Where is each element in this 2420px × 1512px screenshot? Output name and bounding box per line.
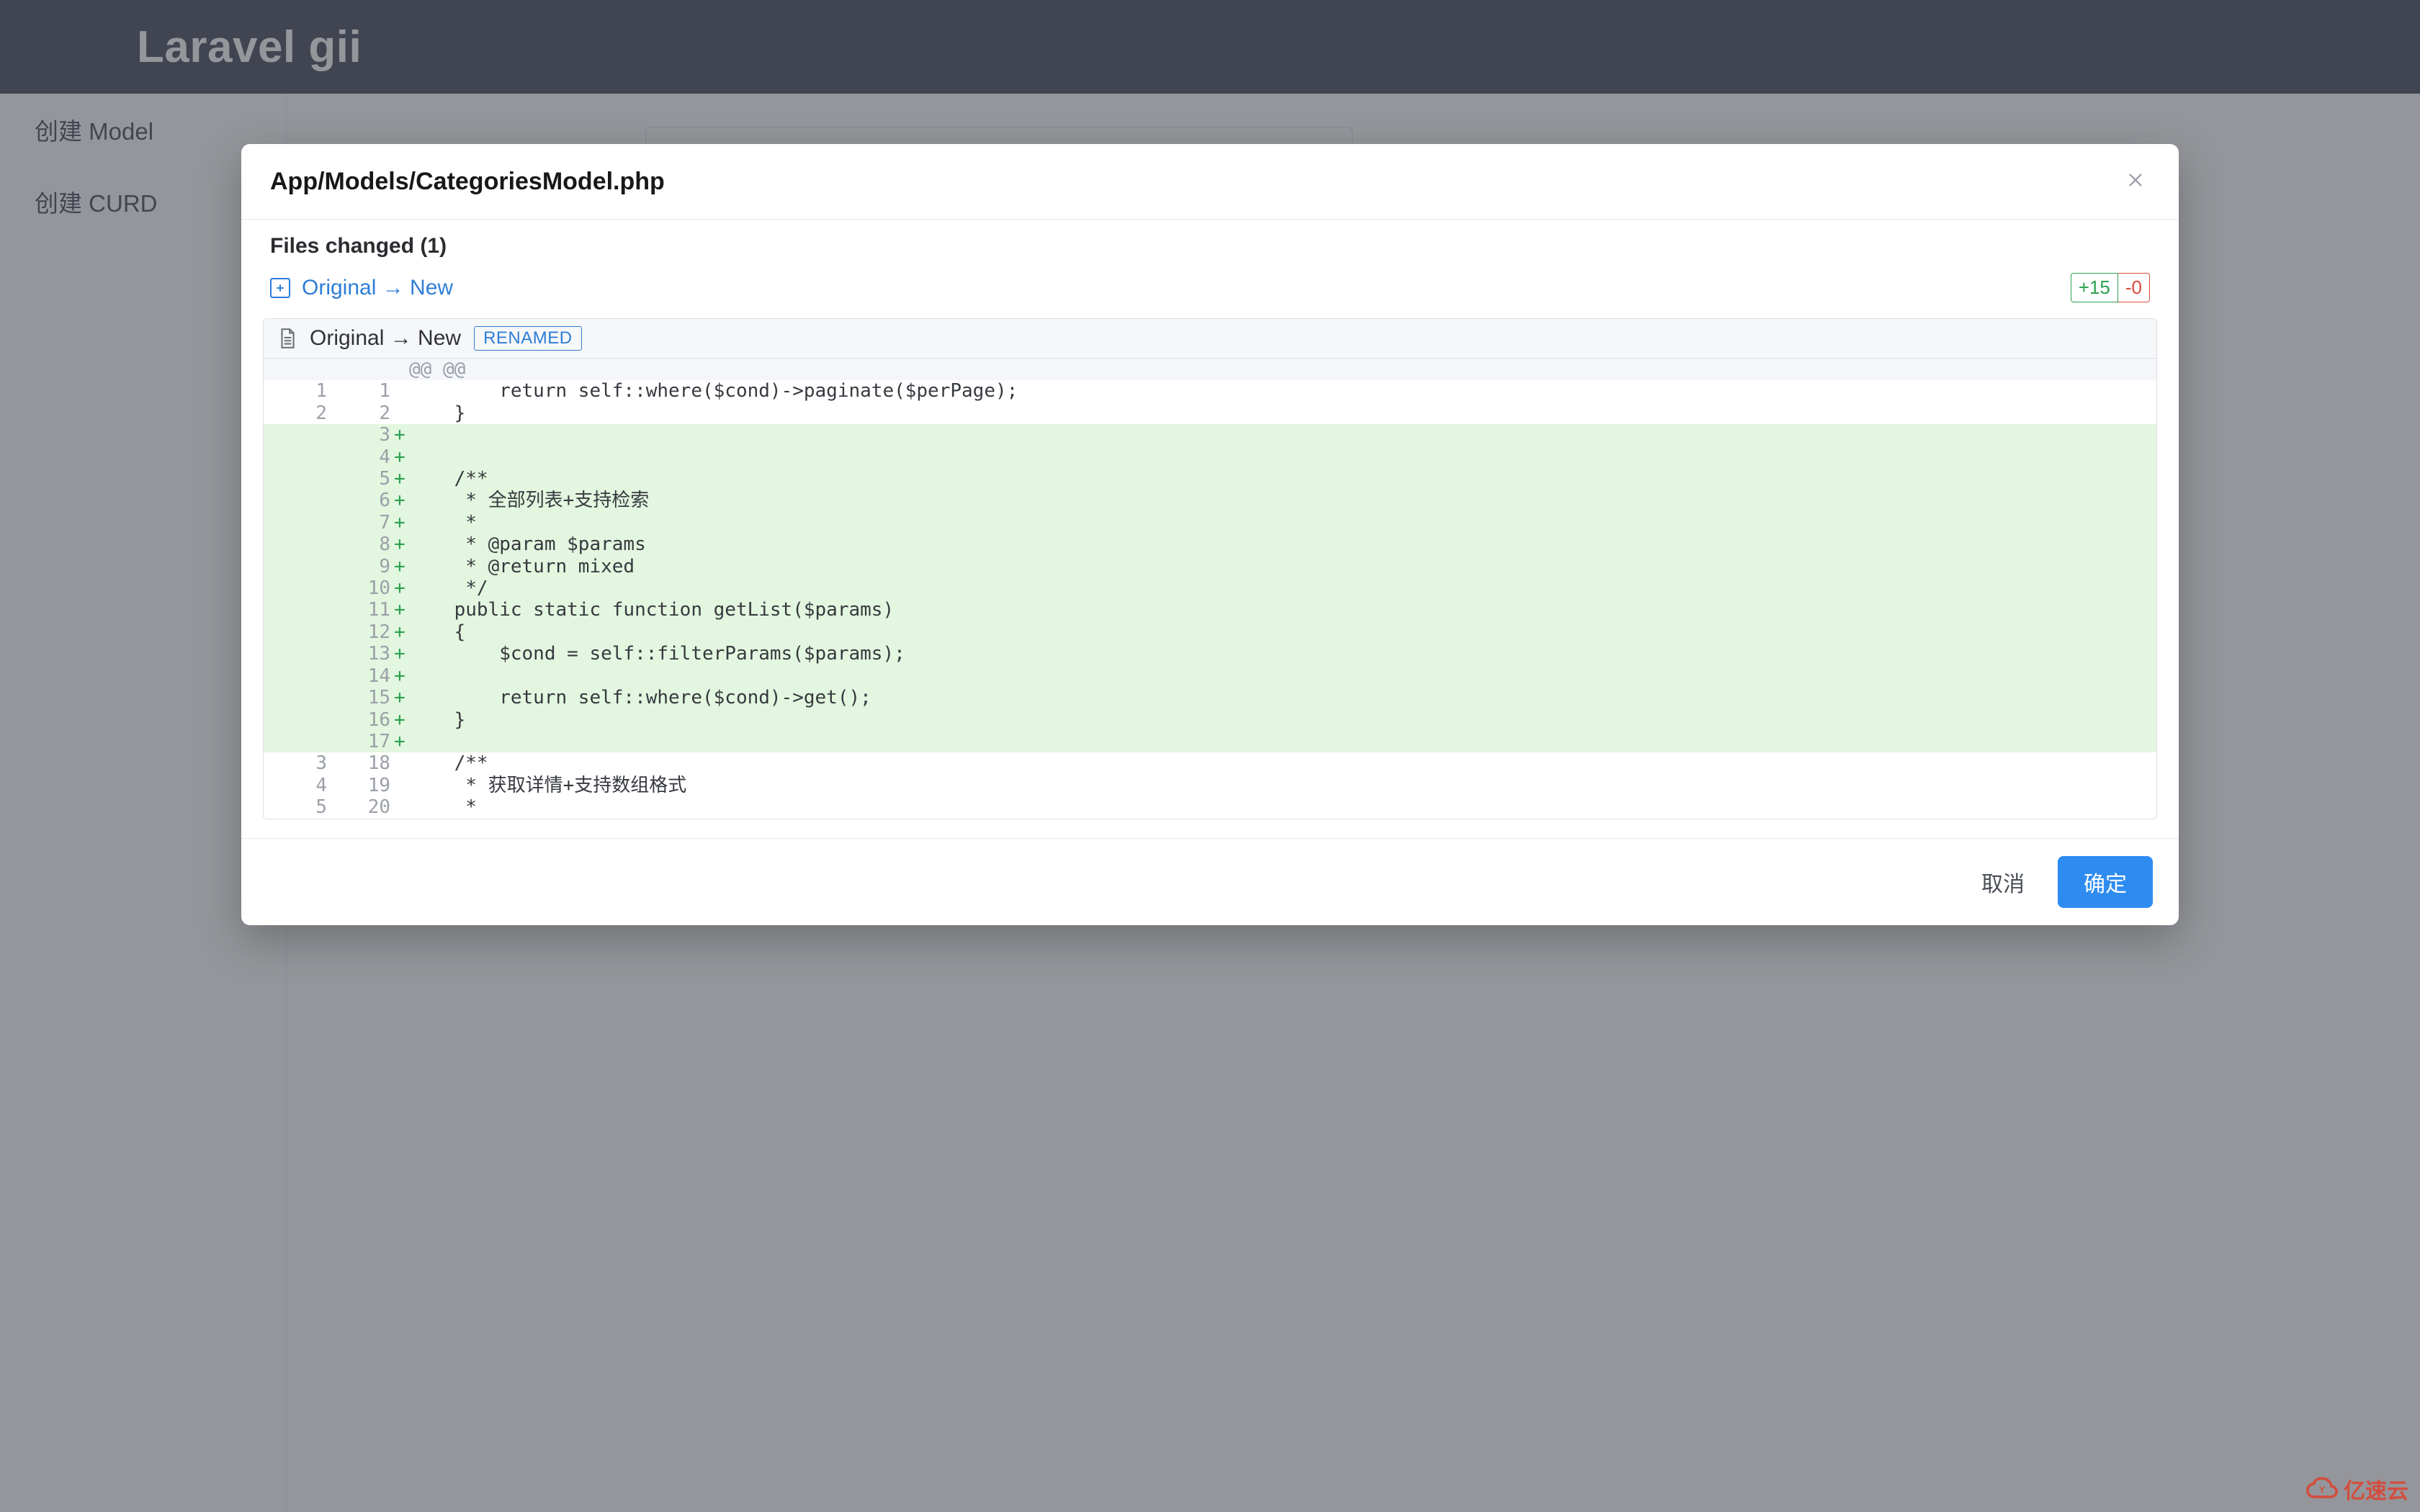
diff-row: 15+ return self::where($cond)->get(); bbox=[264, 687, 2156, 708]
diff-row: 9+ * @return mixed bbox=[264, 556, 2156, 577]
diff-row: 10+ */ bbox=[264, 577, 2156, 599]
diff-row: 520 * bbox=[264, 796, 2156, 818]
watermark-icon: Y bbox=[2306, 1473, 2338, 1505]
diff-file-name: Original → New bbox=[310, 326, 461, 351]
document-icon bbox=[278, 328, 297, 349]
file-link-row: Original → New +15 -0 bbox=[241, 267, 2179, 318]
diff-stats: +15 -0 bbox=[2071, 273, 2150, 302]
diff-modal: App/Models/CategoriesModel.php Files cha… bbox=[241, 144, 2179, 925]
diff-row: 16+ } bbox=[264, 709, 2156, 731]
diff-row: 14+ bbox=[264, 665, 2156, 687]
diff-row: 5+ /** bbox=[264, 468, 2156, 490]
diff-row: 13+ $cond = self::filterParams($params); bbox=[264, 643, 2156, 665]
watermark-text: 亿速云 bbox=[2344, 1473, 2408, 1505]
diff-row: 318 /** bbox=[264, 752, 2156, 774]
close-button[interactable] bbox=[2121, 167, 2150, 196]
diff-row: 8+ * @param $params bbox=[264, 534, 2156, 555]
diff-row: 7+ * bbox=[264, 512, 2156, 534]
diff-row: 11 return self::where($cond)->paginate($… bbox=[264, 380, 2156, 402]
diff-table: @@ @@11 return self::where($cond)->pagin… bbox=[264, 359, 2156, 819]
file-add-icon bbox=[270, 278, 290, 298]
stat-deletions: -0 bbox=[2118, 273, 2150, 302]
diff-row: 4+ bbox=[264, 446, 2156, 468]
diff-row: 17+ bbox=[264, 731, 2156, 752]
renamed-badge: RENAMED bbox=[474, 326, 582, 351]
cancel-button[interactable]: 取消 bbox=[1955, 856, 2051, 908]
diff-card-header: Original → New RENAMED bbox=[264, 319, 2156, 359]
modal-header: App/Models/CategoriesModel.php bbox=[241, 144, 2179, 220]
files-changed-label: Files changed (1) bbox=[241, 220, 2179, 267]
diff-row: 22 } bbox=[264, 402, 2156, 424]
modal-title: App/Models/CategoriesModel.php bbox=[270, 168, 665, 196]
file-diff-link[interactable]: Original → New bbox=[302, 276, 453, 300]
close-icon bbox=[2125, 170, 2146, 194]
diff-row: 419 * 获取详情+支持数组格式 bbox=[264, 775, 2156, 796]
diff-row: 6+ * 全部列表+支持检索 bbox=[264, 490, 2156, 511]
watermark: Y 亿速云 bbox=[2306, 1473, 2408, 1505]
modal-footer: 取消 确定 bbox=[241, 838, 2179, 925]
svg-text:Y: Y bbox=[2319, 1485, 2326, 1495]
diff-row: 11+ public static function getList($para… bbox=[264, 599, 2156, 621]
diff-row: 12+ { bbox=[264, 621, 2156, 643]
stat-additions: +15 bbox=[2071, 273, 2118, 302]
diff-card: Original → New RENAMED @@ @@11 return se… bbox=[263, 318, 2157, 819]
confirm-button[interactable]: 确定 bbox=[2058, 856, 2153, 908]
diff-row: 3+ bbox=[264, 424, 2156, 446]
diff-hunk-header: @@ @@ bbox=[264, 359, 2156, 380]
